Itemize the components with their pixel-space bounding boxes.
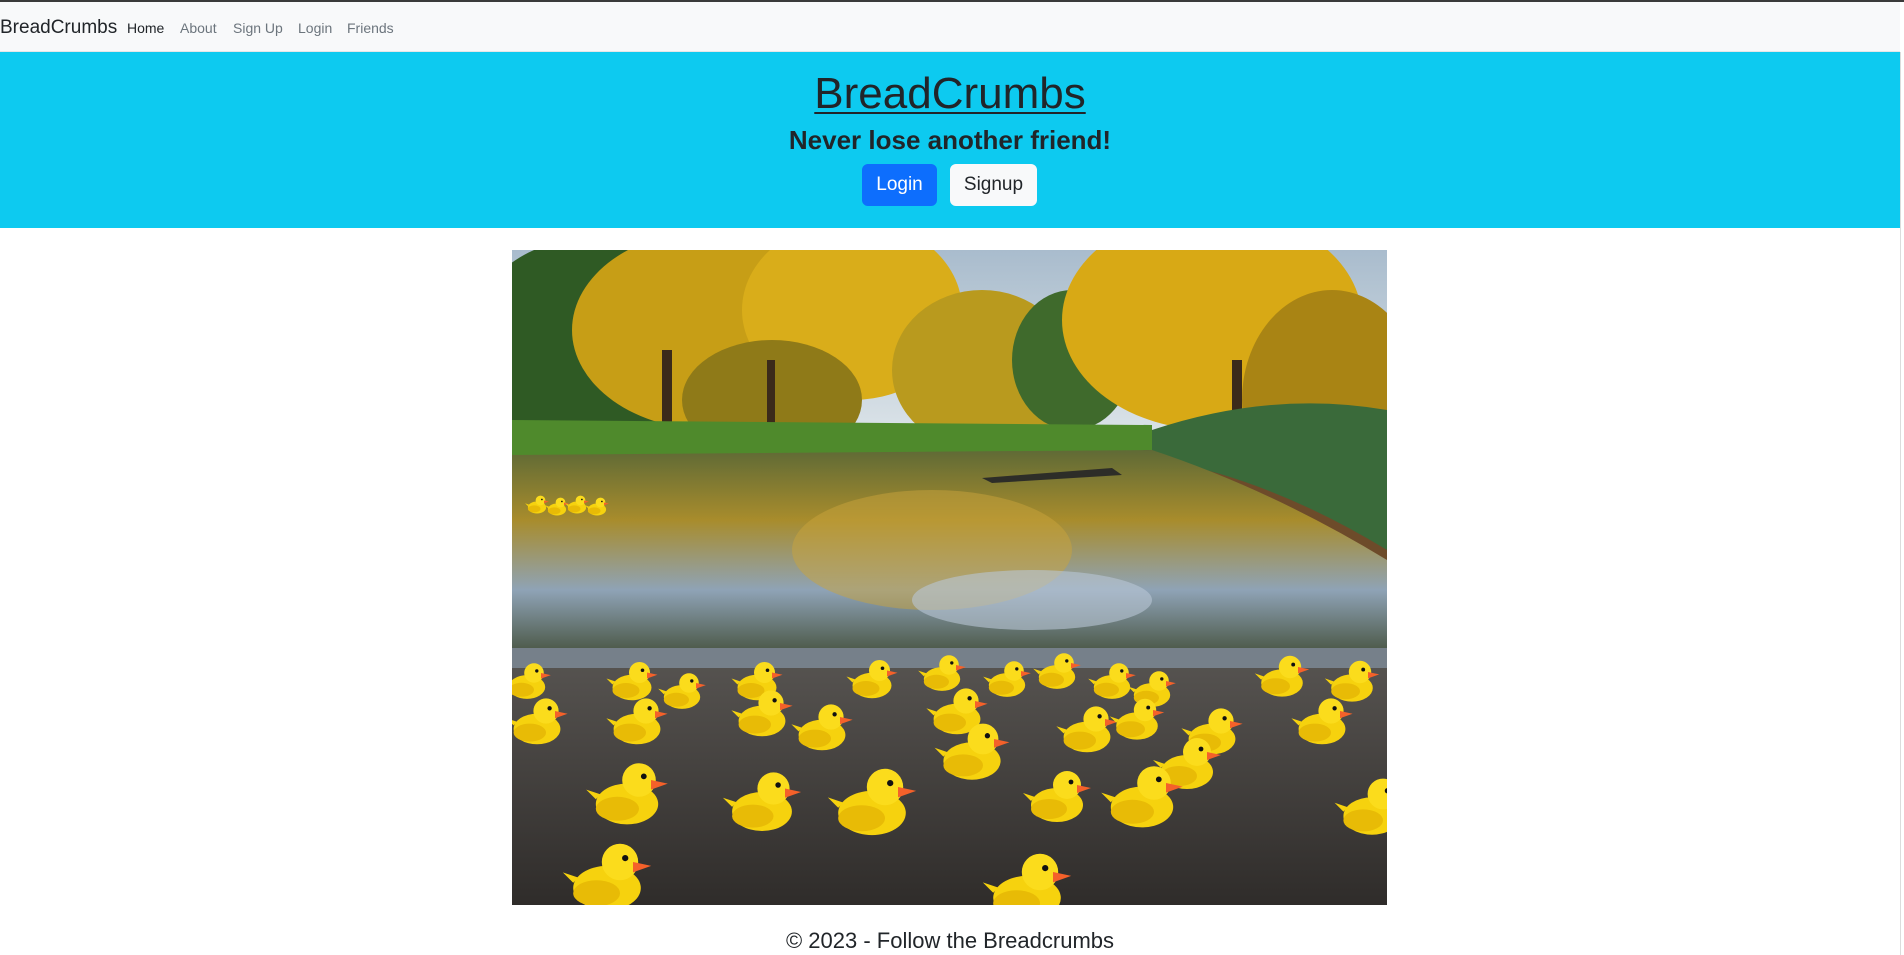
nav-link-about[interactable]: About (180, 20, 217, 36)
nav-link-home[interactable]: Home (127, 20, 164, 36)
hero-banner: BreadCrumbs Never lose another friend! L… (0, 52, 1900, 228)
hero-title: BreadCrumbs (814, 69, 1086, 118)
signup-button[interactable]: Signup (950, 164, 1037, 206)
nav-link-friends[interactable]: Friends (347, 20, 394, 36)
footer-text: © 2023 - Follow the Breadcrumbs (785, 928, 1115, 953)
navbar-brand[interactable]: BreadCrumbs (0, 17, 117, 39)
login-button[interactable]: Login (862, 164, 937, 206)
vertical-scrollbar[interactable] (1900, 52, 1904, 955)
nav-link-login[interactable]: Login (298, 20, 332, 36)
duck-pond-image (512, 250, 1387, 905)
hero-subtitle: Never lose another friend! (788, 125, 1112, 155)
nav-link-signup[interactable]: Sign Up (233, 20, 283, 36)
navbar: BreadCrumbs Home About Sign Up Login Fri… (0, 2, 1900, 52)
